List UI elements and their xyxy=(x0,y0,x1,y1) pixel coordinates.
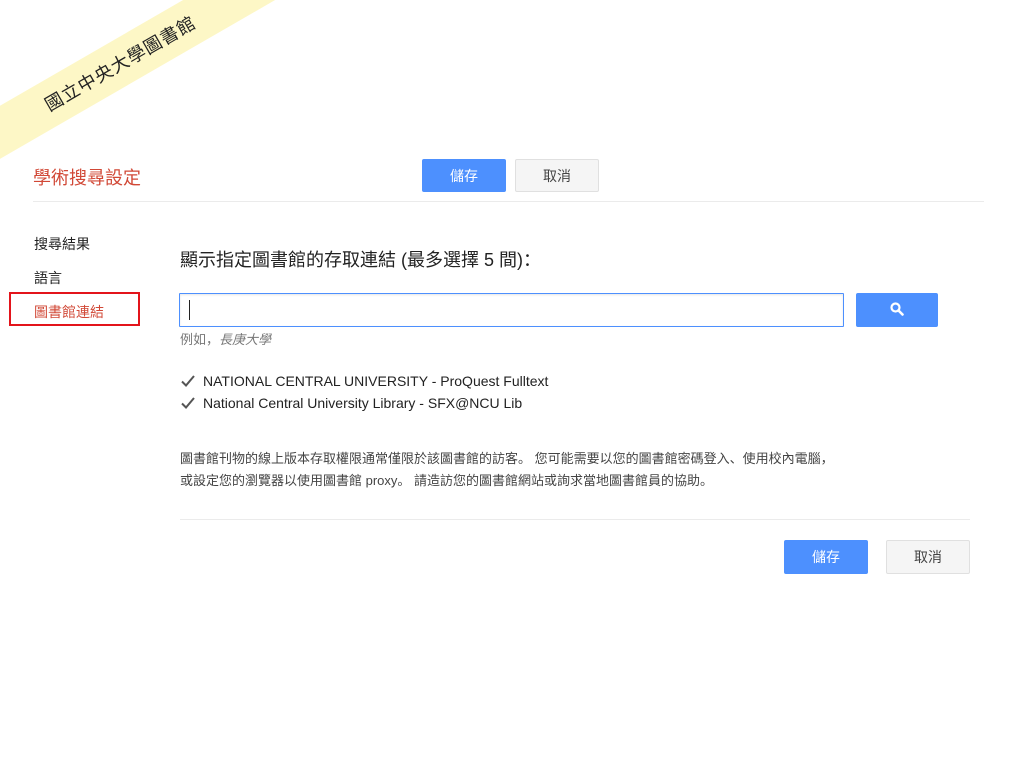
library-name: National Central University Library - SF… xyxy=(203,395,523,411)
top-save-button[interactable]: 儲存 xyxy=(422,159,506,192)
search-hint: 例如，長庚大學 xyxy=(180,329,271,348)
footer-divider xyxy=(180,519,970,520)
library-name: NATIONAL CENTRAL UNIVERSITY - ProQuest F… xyxy=(203,373,549,389)
checkbox-checked-icon[interactable] xyxy=(180,373,196,389)
page-title: 學術搜尋設定 xyxy=(33,168,141,188)
bottom-save-button[interactable]: 儲存 xyxy=(784,540,868,574)
hint-example: 長庚大學 xyxy=(219,332,272,347)
sidebar-item-language[interactable]: 語言 xyxy=(34,268,62,288)
checkbox-checked-icon[interactable] xyxy=(180,395,196,411)
access-note-line-1: 圖書館刊物的線上版本存取權限通常僅限於該圖書館的訪客。 您可能需要以您的圖書館密… xyxy=(180,451,834,466)
list-item: National Central University Library - SF… xyxy=(180,392,548,414)
section-heading: 顯示指定圖書館的存取連結 (最多選擇 5 間)： xyxy=(180,250,541,270)
hint-prefix: 例如， xyxy=(180,332,220,347)
header-divider xyxy=(33,201,984,202)
search-button[interactable] xyxy=(856,293,938,327)
sidebar-item-library-links[interactable]: 圖書館連結 xyxy=(34,302,104,322)
list-item: NATIONAL CENTRAL UNIVERSITY - ProQuest F… xyxy=(180,370,548,392)
access-note: 圖書館刊物的線上版本存取權限通常僅限於該圖書館的訪客。 您可能需要以您的圖書館密… xyxy=(180,448,960,492)
library-search-input[interactable] xyxy=(179,293,844,327)
text-cursor xyxy=(189,300,190,320)
access-note-line-2: 或設定您的瀏覽器以使用圖書館 proxy。 請造訪您的圖書館網站或詢求當地圖書館… xyxy=(180,473,714,488)
sidebar-item-search-results[interactable]: 搜尋結果 xyxy=(34,234,90,254)
selected-libraries-list: NATIONAL CENTRAL UNIVERSITY - ProQuest F… xyxy=(180,370,548,414)
library-watermark-ribbon: 國立中央大學圖書館 xyxy=(0,0,314,188)
bottom-cancel-button[interactable]: 取消 xyxy=(886,540,970,574)
watermark-text: 國立中央大學圖書館 xyxy=(41,12,201,117)
top-cancel-button[interactable]: 取消 xyxy=(515,159,599,192)
search-icon xyxy=(890,301,904,319)
